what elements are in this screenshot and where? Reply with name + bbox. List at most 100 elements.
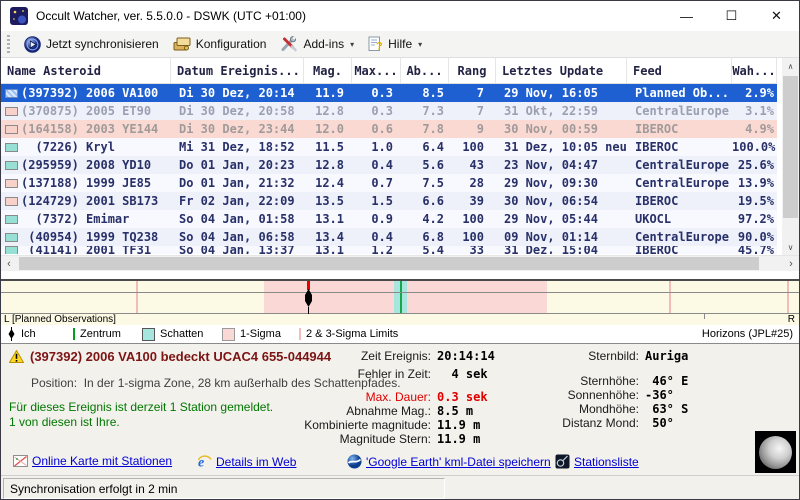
cell-ab: 6.6 xyxy=(422,194,444,208)
horizontal-scrollbar-thumb[interactable] xyxy=(19,257,759,270)
cell-update: 31 Okt, 22:59 xyxy=(504,104,598,118)
stations-yours-text: 1 von diesen ist Ihre. xyxy=(9,415,120,429)
column-header-name[interactable]: Name Asteroid xyxy=(1,58,171,83)
field-value: 50° xyxy=(645,416,674,430)
event-type-icon xyxy=(4,106,18,116)
sigma-limit-line xyxy=(136,281,138,314)
window-title: Occult Watcher, ver. 5.5.0.0 - DSWK (UTC… xyxy=(36,9,306,23)
cell-update: 30 Nov, 06:54 xyxy=(504,194,598,208)
table-row[interactable]: (41141) 2001 TF31 So 04 Jan, 13:37 13.1 … xyxy=(1,246,777,254)
sync-now-button[interactable]: Jetzt synchronisieren xyxy=(17,34,166,55)
close-button[interactable]: ✕ xyxy=(754,1,799,31)
legend-sigma23-label: 2 & 3-Sigma Limits xyxy=(306,328,399,340)
column-header-feed[interactable]: Feed xyxy=(627,58,732,83)
cell-feed: CentralEurope xyxy=(635,158,729,172)
event-type-icon-cell xyxy=(1,88,21,98)
table-row[interactable]: (137188) 1999 JE85 Do 01 Jan, 21:32 12.4… xyxy=(1,174,777,192)
field-label: Magnitude Stern: xyxy=(339,432,431,446)
scroll-right-icon[interactable]: › xyxy=(783,256,799,271)
sigma-limit-line xyxy=(669,281,671,314)
field-label: Kombinierte magnitude: xyxy=(304,418,431,432)
cell-max: 0.9 xyxy=(371,212,393,226)
table-row[interactable]: (7372) Emimar So 04 Jan, 01:58 13.1 0.9 … xyxy=(1,210,777,228)
scroll-up-icon[interactable]: ∧ xyxy=(782,58,799,74)
cell-max: 0.4 xyxy=(371,158,393,172)
configuration-button[interactable]: Konfiguration xyxy=(166,34,274,54)
cell-datum: So 04 Jan, 13:37 xyxy=(179,246,295,254)
event-type-icon-cell xyxy=(1,178,21,188)
table-row[interactable]: (295959) 2008 YD10 Do 01 Jan, 20:23 12.8… xyxy=(1,156,777,174)
add-ins-dropdown-arrow: ▾ xyxy=(350,39,355,49)
help-button[interactable]: ? Hilfe ▾ xyxy=(361,34,429,54)
shadow-swatch xyxy=(142,327,155,341)
table-row[interactable]: (164158) 2003 YE144 Di 30 Dez, 23:44 12.… xyxy=(1,120,777,138)
cell-name: (295959) 2008 YD10 xyxy=(21,158,152,172)
cell-name: (7372) Emimar xyxy=(21,212,130,226)
cell-ab: 7.5 xyxy=(422,176,444,190)
browser-e-icon: e xyxy=(197,455,212,469)
table-row[interactable]: (397392) 2006 VA100 Di 30 Dez, 20:14 11.… xyxy=(1,84,777,102)
field-label: Mondhöhe: xyxy=(578,402,639,416)
event-type-icon xyxy=(4,178,18,188)
add-ins-button[interactable]: Add-ins ▾ xyxy=(273,34,361,54)
column-header-datum[interactable]: Datum Ereignis... xyxy=(171,58,304,83)
station-list-link[interactable]: Stationsliste xyxy=(555,454,639,469)
event-type-icon-cell xyxy=(1,124,21,134)
column-header-mag[interactable]: Mag. xyxy=(304,58,352,83)
cell-update: 31 Dez, 15:04 xyxy=(504,246,598,254)
cell-name: (40954) 1999 TQ238 xyxy=(21,230,159,244)
toolbar-grip[interactable] xyxy=(7,35,10,53)
events-table: Name Asteroid Datum Ereignis... Mag. Max… xyxy=(1,58,799,271)
event-type-icon-cell xyxy=(1,142,21,152)
cell-datum: Di 30 Dez, 23:44 xyxy=(179,122,295,136)
diagram-rule-top xyxy=(1,292,799,293)
maximize-button[interactable]: ☐ xyxy=(709,1,754,31)
field-label: Distanz Mond: xyxy=(562,416,639,430)
column-header-max[interactable]: Max... xyxy=(352,58,401,83)
cell-feed: IBEROC xyxy=(635,122,679,136)
field-value: 46° E xyxy=(645,374,689,388)
web-details-link[interactable]: e Details im Web xyxy=(197,454,296,469)
google-earth-kml-link[interactable]: 'Google Earth' kml-Datei speichern xyxy=(347,454,551,469)
cell-update: 29 Nov, 09:30 xyxy=(504,176,598,190)
column-header-ab[interactable]: Ab... xyxy=(401,58,449,83)
scroll-down-icon[interactable]: ∨ xyxy=(782,239,799,255)
google-earth-icon xyxy=(347,454,362,469)
online-map-link[interactable]: Online Karte mit Stationen xyxy=(13,454,172,468)
cell-feed: IBEROC xyxy=(635,246,679,254)
minimize-button[interactable]: — xyxy=(664,1,709,31)
diagram-rule-bottom xyxy=(1,313,799,314)
cell-wahr: 3.1% xyxy=(745,104,774,118)
cell-wahr: 19.5% xyxy=(737,194,774,208)
warning-icon xyxy=(9,350,24,363)
table-row[interactable]: (40954) 1999 TQ238 So 04 Jan, 06:58 13.4… xyxy=(1,228,777,246)
web-details-label: Details im Web xyxy=(216,454,297,469)
horizontal-scrollbar[interactable]: ‹ › xyxy=(1,255,799,271)
cell-max: 0.4 xyxy=(371,230,393,244)
column-header-wahr[interactable]: Wah... xyxy=(732,58,777,83)
event-type-icon xyxy=(4,214,18,224)
table-row[interactable]: (124729) 2001 SB173 Fr 02 Jan, 22:09 13.… xyxy=(1,192,777,210)
field-label: Fehler in Zeit: xyxy=(357,367,431,381)
cell-name: (370875) 2005 ET90 xyxy=(21,104,152,118)
cell-mag: 12.8 xyxy=(315,158,344,172)
cell-rang: 9 xyxy=(476,122,484,136)
cell-mag: 13.4 xyxy=(315,230,344,244)
cell-feed: UKOCL xyxy=(635,212,672,226)
station-list-label: Stationsliste xyxy=(574,454,639,469)
cell-name: (397392) 2006 VA100 xyxy=(21,86,159,100)
event-type-icon xyxy=(4,124,18,134)
cell-rang: 7 xyxy=(476,104,484,118)
table-row[interactable]: (370875) 2005 ET90 Di 30 Dez, 20:58 12.8… xyxy=(1,102,777,120)
scroll-left-icon[interactable]: ‹ xyxy=(1,256,17,271)
vertical-scrollbar-thumb[interactable] xyxy=(783,76,798,218)
vertical-scrollbar[interactable]: ∧ ∨ xyxy=(782,58,799,255)
column-header-rang[interactable]: Rang xyxy=(449,58,496,83)
column-header-update[interactable]: Letztes Update xyxy=(496,58,627,83)
cell-name: (137188) 1999 JE85 xyxy=(21,176,152,190)
toolbar: Jetzt synchronisieren Konfiguration Add-… xyxy=(1,31,799,58)
cell-datum: Fr 02 Jan, 22:09 xyxy=(179,194,295,208)
table-row[interactable]: (7226) Kryl Mi 31 Dez, 18:52 11.5 1.0 6.… xyxy=(1,138,777,156)
event-type-icon xyxy=(4,142,18,152)
cell-update: 29 Nov, 05:44 xyxy=(504,212,598,226)
